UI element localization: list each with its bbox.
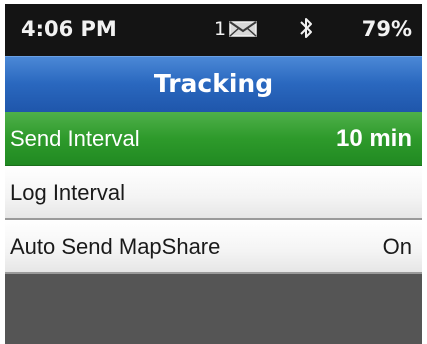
status-time: 4:06 PM [21,17,117,41]
bluetooth-icon [300,18,312,38]
envelope-icon [229,21,257,37]
empty-list-area [5,274,422,344]
device-screen: 4:06 PM 1 79% Tracking Send Interval 10 … [5,4,422,344]
menu-item-label: Log Interval [10,180,125,205]
menu-item-label: Send Interval [10,126,140,151]
menu-item-label: Auto Send MapShare [10,234,221,259]
menu-item-send-interval[interactable]: Send Interval 10 min [5,112,422,166]
status-bar: 4:06 PM 1 79% [5,4,422,56]
menu-item-log-interval[interactable]: Log Interval [5,166,422,220]
message-indicator: 1 [214,17,257,41]
battery-level: 79% [361,17,412,41]
menu-item-value: 10 min [335,125,412,152]
message-count: 1 [214,18,227,40]
page-title: Tracking [153,69,274,98]
menu-item-auto-send-mapshare[interactable]: Auto Send MapShare On [5,220,422,274]
title-bar: Tracking [5,56,422,112]
menu-item-value: On [382,234,412,259]
